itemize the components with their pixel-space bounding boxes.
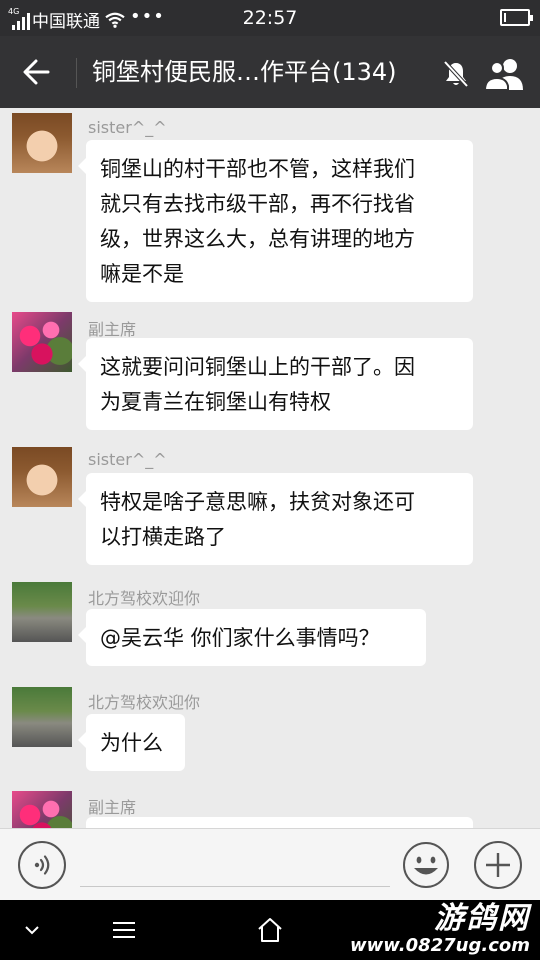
header-divider: [76, 58, 77, 88]
sender-name: sister^_^: [88, 450, 167, 469]
message-text-line: 特权是啥子意思嘛，扶贫对象还可: [100, 490, 415, 514]
home-button[interactable]: [250, 912, 290, 948]
sender-name: 副主席: [88, 320, 137, 339]
back-button[interactable]: [16, 54, 56, 90]
sender-name: sister^_^: [88, 118, 167, 137]
home-icon: [258, 918, 282, 942]
watermark-brand: 游鸽网: [434, 901, 530, 936]
sender-name: 北方驾校欢迎你: [88, 693, 201, 712]
message-text-line: 为夏青兰在铜堡山有特权: [100, 390, 331, 414]
message-bubble[interactable]: @吴云华 你们家什么事情吗？: [78, 609, 426, 666]
message-bubble[interactable]: [86, 817, 473, 828]
voice-icon: [34, 855, 50, 875]
car-avatar[interactable]: [12, 687, 72, 747]
clock: 22:57: [242, 7, 298, 29]
more-actions-button[interactable]: [474, 841, 522, 889]
message-list[interactable]: sister^_^ 铜堡山的村干部也不管，这样我们 就只有去找市级干部，再不行找…: [0, 108, 540, 828]
girl-avatar[interactable]: [12, 113, 72, 173]
message-bubble[interactable]: 为什么: [78, 714, 185, 771]
group-members-icon[interactable]: [484, 56, 526, 92]
menu-button[interactable]: [104, 912, 144, 948]
message-text-line: 以打横走路了: [100, 525, 226, 549]
input-bar: [0, 828, 540, 900]
watermark: 游鸽网 www.0827ug.com: [350, 902, 530, 956]
battery-icon: [500, 9, 533, 26]
message-text-line: @吴云华 你们家什么事情吗？: [100, 626, 380, 650]
chevron-down-icon: [25, 926, 39, 935]
message-input[interactable]: [80, 845, 390, 887]
hide-nav-button[interactable]: [12, 912, 52, 948]
back-arrow-icon: [23, 59, 50, 85]
message-text-line: 铜堡山的村干部也不管，这样我们: [100, 157, 415, 181]
message-text-line: 这就要问问铜堡山上的干部了。因: [100, 355, 415, 379]
chat-title[interactable]: 铜堡村便民服…作平台(134): [92, 56, 427, 88]
status-bar: 4G 中国联通 ••• 22:57: [0, 0, 540, 36]
message-text-line: 级，世界这么大，总有讲理的地方: [100, 227, 415, 251]
message-text-line: 为什么: [100, 731, 163, 755]
battery-level: [504, 13, 507, 22]
flower-avatar[interactable]: [12, 312, 72, 372]
girl-avatar[interactable]: [12, 447, 72, 507]
message-bubble[interactable]: 特权是啥子意思嘛，扶贫对象还可 以打横走路了: [78, 473, 473, 565]
menu-icon: [113, 922, 135, 938]
watermark-url: www.0827ug.com: [350, 935, 530, 956]
sender-name: 北方驾校欢迎你: [88, 589, 201, 608]
message-text-line: 嘛是不是: [100, 262, 184, 286]
system-nav-bar: 游鸽网 www.0827ug.com: [0, 900, 540, 960]
plus-icon: [486, 853, 510, 877]
car-avatar[interactable]: [12, 582, 72, 642]
voice-input-button[interactable]: [18, 841, 66, 889]
chat-header: 铜堡村便民服…作平台(134): [0, 36, 540, 108]
flower-avatar[interactable]: [12, 791, 72, 828]
emoji-icon[interactable]: [402, 841, 450, 889]
message-text-line: 就只有去找市级干部，再不行找省: [100, 192, 415, 216]
sender-name: 副主席: [88, 798, 137, 817]
message-bubble[interactable]: 这就要问问铜堡山上的干部了。因 为夏青兰在铜堡山有特权: [78, 338, 473, 430]
mute-icon: [443, 60, 469, 88]
message-bubble[interactable]: 铜堡山的村干部也不管，这样我们 就只有去找市级干部，再不行找省 级，世界这么大，…: [78, 140, 473, 302]
